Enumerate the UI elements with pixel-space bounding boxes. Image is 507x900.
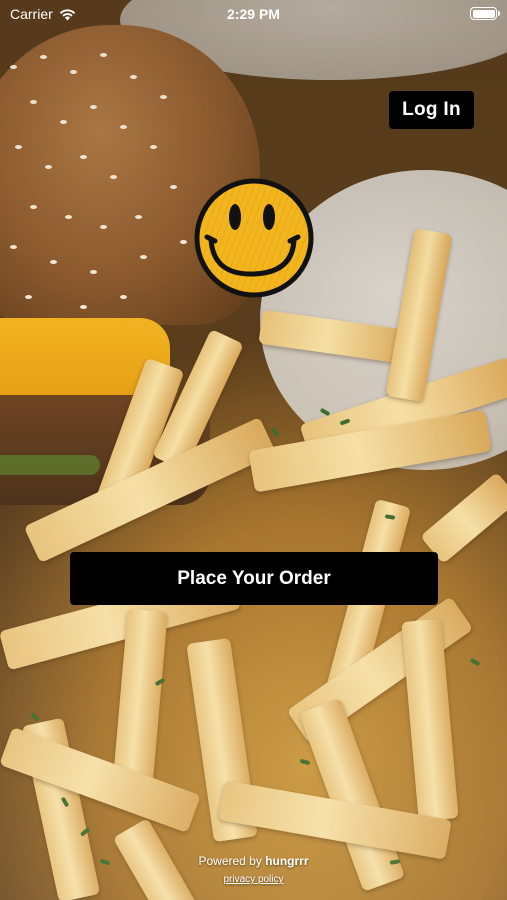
smiley-face-icon [194, 178, 314, 298]
login-button[interactable]: Log In [389, 91, 474, 129]
battery-icon [470, 7, 500, 20]
background-food-image [0, 0, 507, 900]
privacy-policy-link[interactable]: privacy policy [223, 874, 283, 885]
place-order-button[interactable]: Place Your Order [70, 552, 438, 605]
powered-by-text: Powered by hungrrr [0, 854, 507, 868]
powered-by-prefix: Powered by [198, 854, 266, 868]
privacy-policy-container: privacy policy [0, 874, 507, 885]
brand-name: hungrrr [265, 854, 309, 868]
status-time: 2:29 PM [227, 6, 280, 22]
status-bar: Carrier 2:29 PM [0, 0, 507, 28]
